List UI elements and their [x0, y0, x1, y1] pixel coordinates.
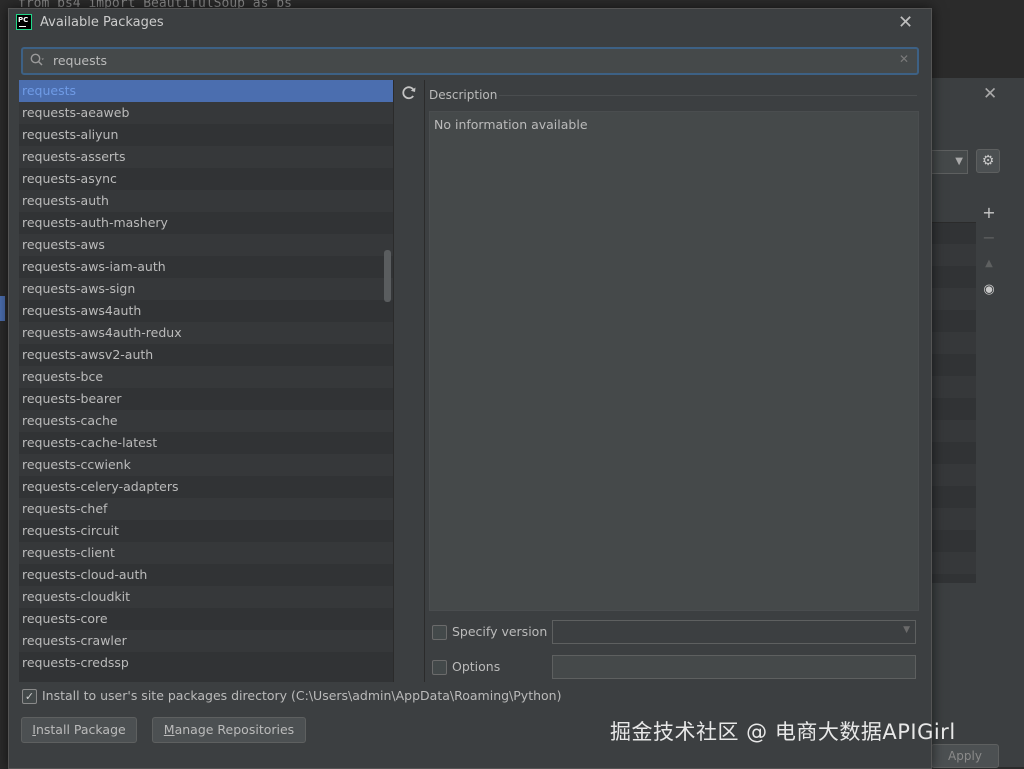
package-list-item[interactable]: requests-crawler: [19, 630, 393, 652]
dialog-titlebar: PC Available Packages ✕: [9, 9, 931, 39]
eye-icon[interactable]: ◉: [979, 280, 999, 300]
background-table-row: [931, 464, 976, 486]
background-table-row: [931, 288, 976, 310]
package-search-field[interactable]: ✕: [21, 47, 919, 75]
chevron-down-icon: ▼: [955, 156, 963, 167]
background-table-row: [931, 420, 976, 442]
package-list-item[interactable]: requests-client: [19, 542, 393, 564]
background-apply-button[interactable]: Apply: [931, 744, 999, 768]
package-list-scrollbar[interactable]: [384, 250, 391, 302]
pycharm-logo-icon: PC: [16, 14, 32, 30]
specify-version-label: Specify version: [452, 624, 548, 639]
install-to-user-label: Install to user's site packages director…: [42, 688, 562, 703]
chevron-down-icon: ▼: [903, 625, 910, 635]
package-list-item[interactable]: requests-bearer: [19, 388, 393, 410]
close-icon[interactable]: ✕: [898, 12, 913, 33]
package-list-item[interactable]: requests-asserts: [19, 146, 393, 168]
refresh-icon[interactable]: [399, 83, 419, 103]
package-list-item[interactable]: requests-circuit: [19, 520, 393, 542]
package-list-item[interactable]: requests-celery-adapters: [19, 476, 393, 498]
package-list-item[interactable]: requests-cache: [19, 410, 393, 432]
background-selection-strip: [0, 296, 5, 321]
install-label-rest: nstall Package: [35, 722, 126, 737]
package-list-item[interactable]: requests-bce: [19, 366, 393, 388]
package-list-item[interactable]: requests-async: [19, 168, 393, 190]
search-icon: [30, 53, 44, 66]
package-list-item[interactable]: requests-aeaweb: [19, 102, 393, 124]
add-package-icon[interactable]: +: [979, 203, 999, 223]
package-list-item[interactable]: requests-ccwienk: [19, 454, 393, 476]
options-checkbox[interactable]: [432, 660, 447, 675]
package-list-item[interactable]: requests-core: [19, 608, 393, 630]
background-table-header: [931, 200, 976, 223]
description-divider: [499, 95, 917, 96]
package-list-item[interactable]: requests-chef: [19, 498, 393, 520]
install-package-button[interactable]: Install Package: [21, 717, 137, 743]
package-list-item[interactable]: requests-aws-sign: [19, 278, 393, 300]
install-to-user-checkbox[interactable]: ✓: [22, 689, 37, 704]
background-code-line: from bs4 import BeautifulSoup as bs: [18, 0, 292, 8]
background-interpreter-combo[interactable]: ▼: [931, 150, 968, 174]
package-list-item[interactable]: requests-cloud-auth: [19, 564, 393, 586]
options-input[interactable]: [552, 655, 916, 679]
remove-package-icon[interactable]: −: [979, 228, 999, 248]
package-list-item[interactable]: requests-cloudkit: [19, 586, 393, 608]
version-select[interactable]: ▼: [552, 620, 916, 644]
dialog-title: Available Packages: [40, 15, 164, 30]
manage-repositories-button[interactable]: Manage Repositories: [152, 717, 306, 743]
description-text: No information available: [434, 117, 588, 132]
background-table-row: [931, 508, 976, 530]
options-label: Options: [452, 659, 501, 674]
package-list-item[interactable]: requests-credssp: [19, 652, 393, 674]
background-package-table: [931, 200, 976, 583]
clear-search-icon[interactable]: ✕: [899, 52, 909, 66]
description-label: Description: [429, 88, 498, 102]
description-panel: No information available: [429, 111, 919, 611]
gear-icon[interactable]: ⚙: [976, 149, 1000, 173]
package-list[interactable]: requests requests-aeaweb requests-aliyun re…: [19, 80, 393, 682]
package-list-item[interactable]: requests-aws: [19, 234, 393, 256]
package-list-item[interactable]: requests-cache-latest: [19, 432, 393, 454]
package-list-item[interactable]: requests-aws4auth-redux: [19, 322, 393, 344]
available-packages-dialog: PC Available Packages ✕ ✕ requestsreques…: [8, 8, 932, 769]
package-list-item[interactable]: requests: [19, 80, 393, 102]
upgrade-package-icon[interactable]: ▲: [979, 254, 999, 274]
background-settings-dialog: ✕ ▼ ⚙ + − ▲ ◉ Apply: [930, 78, 1024, 768]
package-list-item[interactable]: requests-auth-mashery: [19, 212, 393, 234]
manage-label-rest: anage Repositories: [174, 722, 295, 737]
specify-version-checkbox[interactable]: [432, 625, 447, 640]
package-list-item[interactable]: requests-awsv2-auth: [19, 344, 393, 366]
background-table-row: [931, 552, 976, 574]
search-input[interactable]: [53, 51, 893, 69]
background-table-row: [931, 376, 976, 398]
background-table-row: [931, 332, 976, 354]
background-table-row: [931, 244, 976, 266]
watermark: 掘金技术社区 @ 电商大数据APIGirl: [610, 720, 956, 744]
package-list-item[interactable]: requests-aws4auth: [19, 300, 393, 322]
refresh-toolbar: [393, 80, 425, 682]
manage-mnemonic: M: [163, 722, 175, 737]
package-list-item[interactable]: requests-auth: [19, 190, 393, 212]
package-list-item[interactable]: requests-aws-iam-auth: [19, 256, 393, 278]
package-list-item[interactable]: requests-aliyun: [19, 124, 393, 146]
background-close-icon[interactable]: ✕: [983, 84, 997, 104]
